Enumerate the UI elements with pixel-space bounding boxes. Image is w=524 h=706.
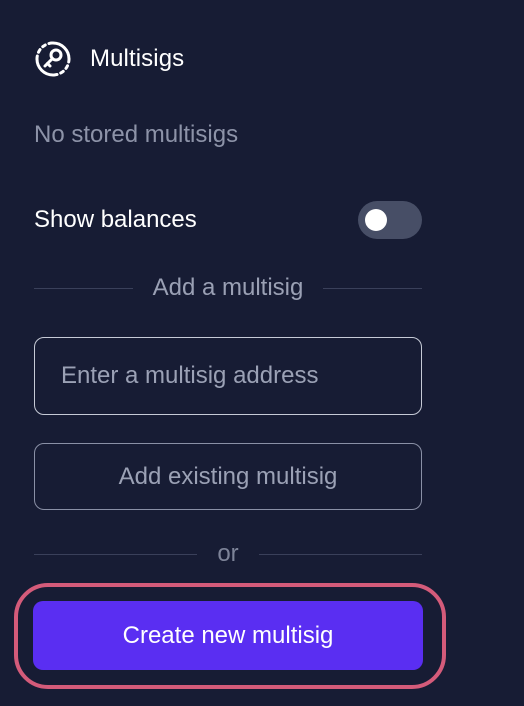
or-divider: or [34, 540, 422, 568]
show-balances-label: Show balances [34, 206, 197, 233]
page-title: Multisigs [90, 45, 185, 72]
empty-state-text: No stored multisigs [34, 121, 239, 148]
add-existing-multisig-button[interactable]: Add existing multisig [34, 443, 422, 510]
add-multisig-heading: Add a multisig [152, 274, 304, 301]
multisig-address-input[interactable] [34, 337, 422, 415]
key-circle-icon [33, 39, 73, 79]
panel-header: Multisigs [33, 40, 184, 78]
divider-line-left [34, 553, 198, 555]
show-balances-row: Show balances [34, 200, 422, 240]
divider-line-right [323, 287, 422, 289]
add-multisig-divider: Add a multisig [34, 274, 422, 302]
divider-line-right [258, 553, 422, 555]
toggle-knob [365, 209, 387, 231]
divider-line-left [34, 287, 133, 289]
or-label: or [217, 540, 239, 567]
multisig-panel: Multisigs No stored multisigs Show balan… [0, 0, 524, 706]
create-new-multisig-button[interactable]: Create new multisig [33, 601, 423, 670]
show-balances-toggle[interactable] [358, 201, 422, 239]
